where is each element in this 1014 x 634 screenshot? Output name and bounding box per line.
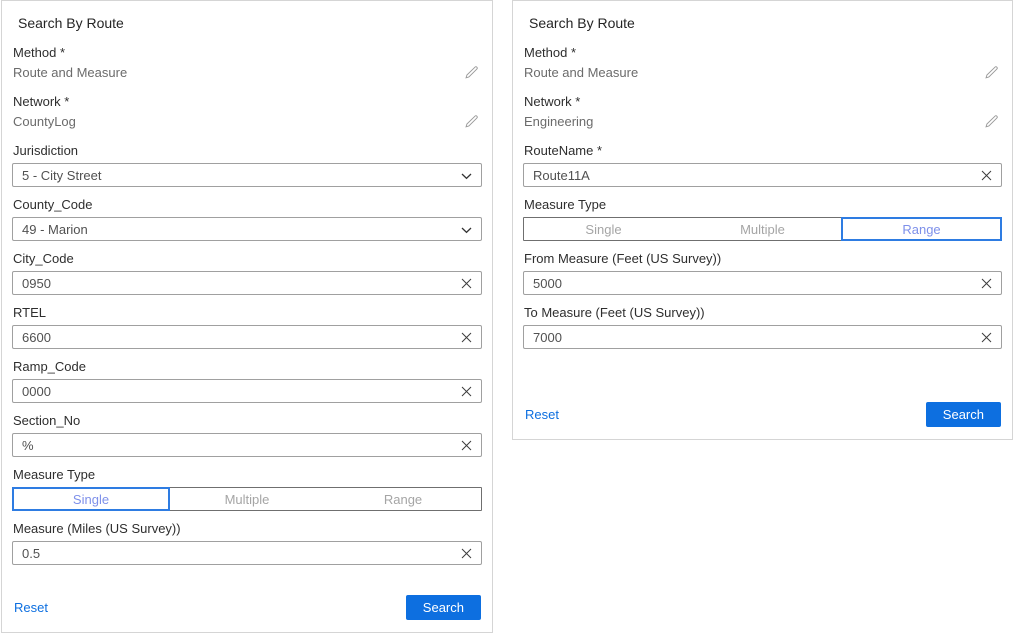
- route-name-field: RouteName *: [523, 143, 1002, 187]
- method-value: Route and Measure: [524, 65, 638, 80]
- method-label: Method *: [13, 45, 481, 60]
- network-value: Engineering: [524, 114, 593, 129]
- reset-link[interactable]: Reset: [14, 600, 48, 615]
- segment-single[interactable]: Single: [524, 218, 683, 240]
- method-value: Route and Measure: [13, 65, 127, 80]
- edit-pencil-icon[interactable]: [984, 114, 999, 129]
- search-by-route-panel-left: Search By Route Method * Route and Measu…: [1, 0, 493, 633]
- from-measure-label: From Measure (Feet (US Survey)): [524, 251, 1001, 266]
- network-field: Network * Engineering: [523, 94, 1002, 129]
- measure-type-label: Measure Type: [524, 197, 1001, 212]
- chevron-down-icon: [461, 227, 472, 234]
- panel-title: Search By Route: [529, 15, 1002, 31]
- section-no-field: Section_No: [12, 413, 482, 457]
- page-canvas: Search By Route Method * Route and Measu…: [0, 0, 1014, 634]
- city-code-input[interactable]: [22, 276, 459, 291]
- clear-x-icon[interactable]: [979, 330, 994, 345]
- measure-type-field: Measure Type Single Multiple Range: [12, 467, 482, 511]
- from-measure-field: From Measure (Feet (US Survey)): [523, 251, 1002, 295]
- network-label: Network *: [524, 94, 1001, 109]
- county-code-field: County_Code 49 - Marion: [12, 197, 482, 241]
- clear-x-icon[interactable]: [459, 384, 474, 399]
- edit-pencil-icon[interactable]: [464, 114, 479, 129]
- county-code-label: County_Code: [13, 197, 481, 212]
- ramp-code-field: Ramp_Code: [12, 359, 482, 403]
- measure-type-segmented: Single Multiple Range: [12, 487, 482, 511]
- rtel-field: RTEL: [12, 305, 482, 349]
- measure-input[interactable]: [22, 546, 459, 561]
- network-value: CountyLog: [13, 114, 76, 129]
- to-measure-field: To Measure (Feet (US Survey)): [523, 305, 1002, 349]
- clear-x-icon[interactable]: [459, 546, 474, 561]
- jurisdiction-field: Jurisdiction 5 - City Street: [12, 143, 482, 187]
- measure-label: Measure (Miles (US Survey)): [13, 521, 481, 536]
- jurisdiction-label: Jurisdiction: [13, 143, 481, 158]
- measure-type-segmented: Single Multiple Range: [523, 217, 1002, 241]
- ramp-code-input[interactable]: [22, 384, 459, 399]
- section-no-input[interactable]: [22, 438, 459, 453]
- rtel-label: RTEL: [13, 305, 481, 320]
- segment-single[interactable]: Single: [13, 488, 169, 510]
- ramp-code-label: Ramp_Code: [13, 359, 481, 374]
- panel-title: Search By Route: [18, 15, 482, 31]
- clear-x-icon[interactable]: [459, 330, 474, 345]
- select-value: 49 - Marion: [22, 222, 88, 237]
- section-no-label: Section_No: [13, 413, 481, 428]
- clear-x-icon[interactable]: [459, 276, 474, 291]
- edit-pencil-icon[interactable]: [464, 65, 479, 80]
- search-by-route-panel-right: Search By Route Method * Route and Measu…: [512, 0, 1013, 440]
- city-code-label: City_Code: [13, 251, 481, 266]
- method-label: Method *: [524, 45, 1001, 60]
- segment-multiple[interactable]: Multiple: [683, 218, 842, 240]
- panel-footer: Reset Search: [523, 402, 1002, 429]
- segment-multiple[interactable]: Multiple: [169, 488, 325, 510]
- city-code-field: City_Code: [12, 251, 482, 295]
- to-measure-input[interactable]: [533, 330, 979, 345]
- measure-type-field: Measure Type Single Multiple Range: [523, 197, 1002, 241]
- reset-link[interactable]: Reset: [525, 407, 559, 422]
- panel-footer: Reset Search: [12, 595, 482, 622]
- select-value: 5 - City Street: [22, 168, 101, 183]
- clear-x-icon[interactable]: [459, 438, 474, 453]
- measure-type-label: Measure Type: [13, 467, 481, 482]
- network-field: Network * CountyLog: [12, 94, 482, 129]
- clear-x-icon[interactable]: [979, 276, 994, 291]
- search-button[interactable]: Search: [926, 402, 1001, 427]
- jurisdiction-select[interactable]: 5 - City Street: [12, 163, 482, 187]
- measure-field: Measure (Miles (US Survey)): [12, 521, 482, 565]
- chevron-down-icon: [461, 173, 472, 180]
- segment-range[interactable]: Range: [842, 218, 1001, 240]
- method-field: Method * Route and Measure: [523, 45, 1002, 80]
- county-code-select[interactable]: 49 - Marion: [12, 217, 482, 241]
- route-name-label: RouteName *: [524, 143, 1001, 158]
- method-field: Method * Route and Measure: [12, 45, 482, 80]
- route-name-input[interactable]: [533, 168, 979, 183]
- from-measure-input[interactable]: [533, 276, 979, 291]
- segment-range[interactable]: Range: [325, 488, 481, 510]
- rtel-input[interactable]: [22, 330, 459, 345]
- clear-x-icon[interactable]: [979, 168, 994, 183]
- edit-pencil-icon[interactable]: [984, 65, 999, 80]
- network-label: Network *: [13, 94, 481, 109]
- search-button[interactable]: Search: [406, 595, 481, 620]
- to-measure-label: To Measure (Feet (US Survey)): [524, 305, 1001, 320]
